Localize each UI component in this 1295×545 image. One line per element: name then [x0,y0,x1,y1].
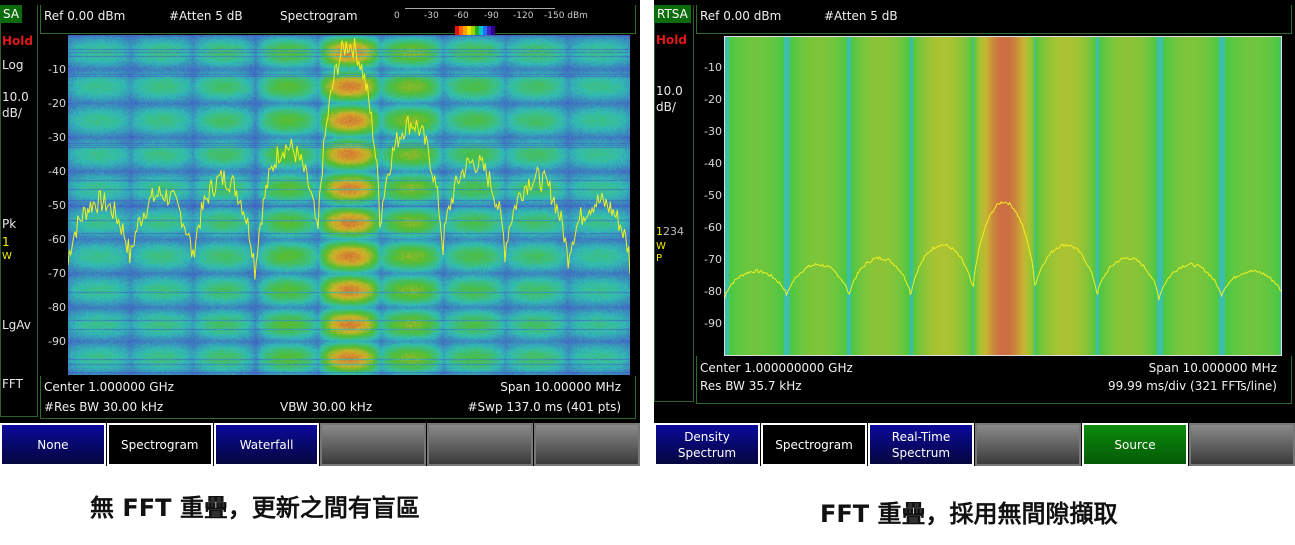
span: Span 10.00000 MHz [500,380,621,394]
attenuation: #Atten 5 dB [824,9,898,23]
y-tick-label: -60 [48,233,66,246]
softkey-blank-6[interactable] [534,423,640,466]
hold-indicator: Hold [656,33,687,47]
view-name: Spectrogram [280,9,358,23]
right-caption: FFT 重疊，採用無間隙擷取 [820,500,1118,528]
softkey-real-time-spectrum[interactable]: Real-Time Spectrum [868,423,974,466]
y-tick-label: -40 [704,157,722,170]
y-tick-label: -10 [704,61,722,74]
spectrogram-plot[interactable] [68,35,630,375]
colorbar-label: -60 [454,11,469,21]
left-analyzer-screen: SA Hold Log 10.0 dB/ Pk 1 W LgAv FFT Ref… [0,0,640,466]
ref-level: Ref 0.00 dBm [700,9,782,23]
softkey-row: Density Spectrum Spectrogram Real-Time Spec… [654,423,1295,466]
softkey-blank-4[interactable] [320,423,427,466]
right-side-panel [654,5,694,402]
y-tick-label: -50 [48,199,66,212]
y-tick-label: -40 [48,165,66,178]
colorbar-swatch [455,26,495,35]
softkey-spectrogram[interactable]: Spectrogram [761,423,867,466]
detector: P [656,253,663,264]
sweep-type: FFT [2,377,23,391]
y-tick-label: -60 [704,221,722,234]
trace-overlay [725,201,1281,301]
footer-bar: Center 1.000000 GHz Span 10.00000 MHz #R… [40,376,636,419]
trace-number: 1 [2,235,10,249]
softkey-waterfall[interactable]: Waterfall [213,423,320,466]
trace-1-line [725,201,1281,301]
softkey-density-spectrum[interactable]: Density Spectrum [654,423,760,466]
trace-overlay [68,38,630,280]
softkey-source[interactable]: Source [1082,423,1188,466]
y-tick-label: -70 [48,267,66,280]
trace-1-line [68,38,630,280]
softkey-blank-4[interactable] [975,423,1081,466]
colorbar-label: -90 [484,11,499,21]
detector: Pk [2,217,17,231]
span: Span 10.000000 MHz [1148,361,1277,375]
resolution-bandwidth: #Res BW 30.00 kHz [44,400,164,414]
center-frequency: Center 1.000000 GHz [44,380,174,394]
header-bar: Ref 0.00 dBm #Atten 5 dB Spectrogram 0 -… [40,5,636,35]
trace-selector[interactable]: 1234 [656,225,684,239]
scale-unit: dB/ [656,100,676,114]
left-caption: 無 FFT 重疊，更新之間有盲區 [90,494,420,522]
y-tick-label: -30 [48,131,66,144]
colorbar-label: -30 [424,11,439,21]
y-tick-label: -80 [48,301,66,314]
colorbar-cell [491,26,495,35]
y-tick-label: -80 [704,285,722,298]
y-tick-label: -50 [704,189,722,202]
footer-bar: Center 1.000000000 GHz Span 10.000000 MH… [696,356,1292,404]
sweep-time: #Swp 137.0 ms (401 pts) [467,400,622,414]
colorbar-label: -150 dBm [544,11,588,21]
softkey-row: None Spectrogram Waterfall [0,423,640,466]
softkey-blank-5[interactable] [427,423,534,466]
y-tick-label: -10 [48,63,66,76]
mode-tag[interactable]: SA [0,5,23,23]
right-analyzer-screen: RTSA Hold 10.0 dB/ 1234 W P Ref 0.00 dBm… [654,0,1295,466]
scale-unit: dB/ [2,106,22,120]
ref-level: Ref 0.00 dBm [44,9,126,23]
scale-type: Log [2,58,24,72]
resolution-bandwidth: Res BW 35.7 kHz [700,379,802,393]
average-type: LgAv [2,318,31,332]
scale-value: 10.0 [2,90,29,104]
y-tick-label: -90 [704,317,722,330]
y-tick-label: -20 [704,93,722,106]
density-spectrum-plot[interactable] [724,36,1282,356]
colorbar-label: -120 [513,11,534,21]
softkey-blank-6[interactable] [1189,423,1295,466]
y-tick-label: -30 [704,125,722,138]
hold-indicator: Hold [2,34,33,48]
center-frequency: Center 1.000000000 GHz [700,361,853,375]
y-tick-label: -20 [48,97,66,110]
y-tick-label: -70 [704,253,722,266]
mode-tag[interactable]: RTSA [654,5,691,23]
attenuation: #Atten 5 dB [169,9,243,23]
active-trace: 1 [656,225,663,238]
colorbar-label: 0 [394,11,400,21]
time-per-division: 99.99 ms/div (321 FFTs/line) [1108,379,1277,393]
video-bandwidth: VBW 30.00 kHz [280,400,373,414]
header-bar: Ref 0.00 dBm #Atten 5 dB [696,5,1292,34]
other-traces: 234 [663,225,684,238]
trace-mode: W [2,251,12,262]
softkey-none[interactable]: None [0,423,106,466]
softkey-spectrogram[interactable]: Spectrogram [106,423,213,466]
scale-value: 10.0 [656,84,683,98]
y-tick-label: -90 [48,335,66,348]
